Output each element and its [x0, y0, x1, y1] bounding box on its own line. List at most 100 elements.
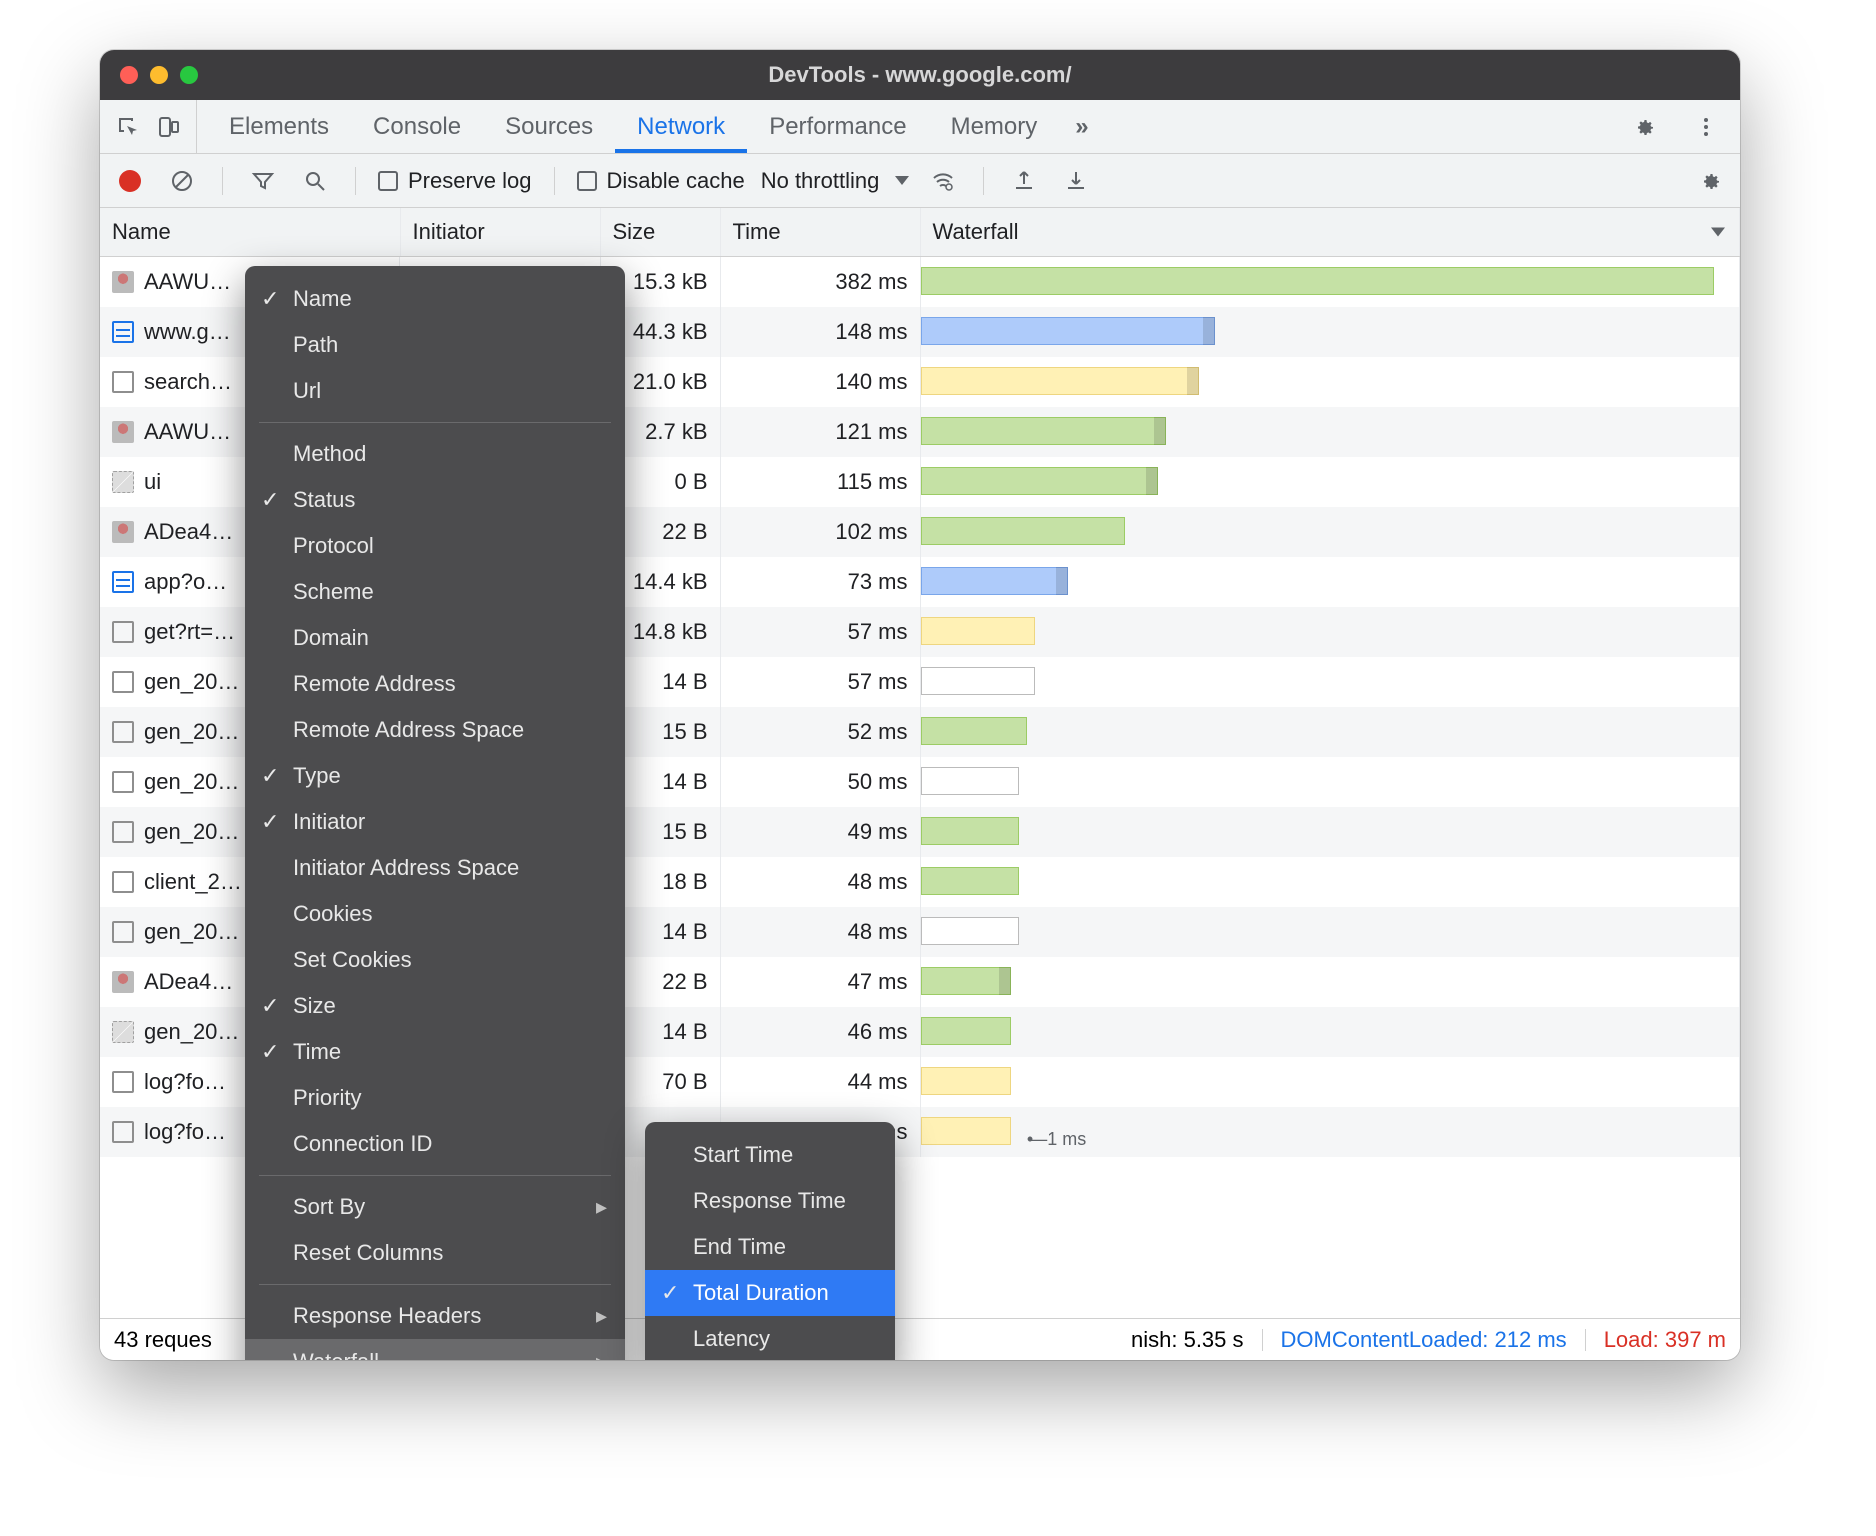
waterfall-bar — [921, 1117, 1011, 1145]
menu-item-path[interactable]: Path — [245, 322, 625, 368]
submenu-item-response-time[interactable]: Response Time — [645, 1178, 895, 1224]
settings-gear-icon[interactable] — [1626, 109, 1662, 145]
request-name: app?o… — [144, 569, 227, 595]
filter-icon[interactable] — [245, 163, 281, 199]
menu-item-protocol[interactable]: Protocol — [245, 523, 625, 569]
menu-item-response-headers[interactable]: Response Headers▸ — [245, 1293, 625, 1339]
column-header-waterfall[interactable]: Waterfall — [920, 208, 1740, 256]
submenu-item-latency[interactable]: Latency — [645, 1316, 895, 1360]
preserve-log-checkbox[interactable]: Preserve log — [378, 168, 532, 194]
disable-cache-label: Disable cache — [607, 168, 745, 194]
time-cell: 48 ms — [720, 857, 920, 907]
menu-item-set-cookies[interactable]: Set Cookies — [245, 937, 625, 983]
submenu-item-total-duration[interactable]: ✓Total Duration — [645, 1270, 895, 1316]
menu-item-size[interactable]: ✓Size — [245, 983, 625, 1029]
menu-item-type[interactable]: ✓Type — [245, 753, 625, 799]
time-cell: 115 ms — [720, 457, 920, 507]
waterfall-submenu: Start TimeResponse TimeEnd Time✓Total Du… — [645, 1122, 895, 1360]
waterfall-bar — [921, 1067, 1011, 1095]
waterfall-cell: 1 ms — [920, 1107, 1740, 1157]
menu-item-initiator[interactable]: ✓Initiator — [245, 799, 625, 845]
more-tabs-button[interactable]: » — [1059, 100, 1104, 153]
inspect-element-icon[interactable] — [110, 109, 146, 145]
tab-performance[interactable]: Performance — [747, 100, 928, 153]
request-name: log?fo… — [144, 1069, 226, 1095]
menu-item-status[interactable]: ✓Status — [245, 477, 625, 523]
submenu-item-end-time[interactable]: End Time — [645, 1224, 895, 1270]
menu-item-method[interactable]: Method — [245, 431, 625, 477]
request-name: gen_20… — [144, 819, 239, 845]
request-name: AAWU… — [144, 269, 231, 295]
window-title: DevTools - www.google.com/ — [100, 62, 1740, 88]
time-cell: 46 ms — [720, 1007, 920, 1057]
menu-item-initiator-address-space[interactable]: Initiator Address Space — [245, 845, 625, 891]
time-cell: 47 ms — [720, 957, 920, 1007]
time-cell: 49 ms — [720, 807, 920, 857]
chevron-down-icon — [1711, 227, 1725, 236]
request-name: gen_20… — [144, 1019, 239, 1045]
menu-item-domain[interactable]: Domain — [245, 615, 625, 661]
status-load: Load: 397 m — [1604, 1327, 1726, 1353]
minimize-window-button[interactable] — [150, 66, 168, 84]
time-cell: 121 ms — [720, 407, 920, 457]
menu-item-reset-columns[interactable]: Reset Columns — [245, 1230, 625, 1276]
waterfall-bar — [921, 567, 1068, 595]
kebab-menu-icon[interactable] — [1688, 109, 1724, 145]
time-cell: 148 ms — [720, 307, 920, 357]
menu-item-scheme[interactable]: Scheme — [245, 569, 625, 615]
request-name: gen_20… — [144, 769, 239, 795]
request-name: get?rt=… — [144, 619, 235, 645]
column-header-name[interactable]: Name — [100, 208, 400, 256]
waterfall-cell — [920, 407, 1740, 457]
import-har-icon[interactable] — [1006, 163, 1042, 199]
close-window-button[interactable] — [120, 66, 138, 84]
export-har-icon[interactable] — [1058, 163, 1094, 199]
device-toolbar-icon[interactable] — [150, 109, 186, 145]
waterfall-bar — [921, 867, 1019, 895]
tab-console[interactable]: Console — [351, 100, 483, 153]
throttling-dropdown[interactable]: No throttling — [761, 168, 910, 194]
waterfall-cell — [920, 1057, 1740, 1107]
menu-item-remote-address[interactable]: Remote Address — [245, 661, 625, 707]
waterfall-cell — [920, 907, 1740, 957]
zoom-window-button[interactable] — [180, 66, 198, 84]
search-icon[interactable] — [297, 163, 333, 199]
column-header-size[interactable]: Size — [600, 208, 720, 256]
network-conditions-icon[interactable] — [925, 163, 961, 199]
request-name: gen_20… — [144, 719, 239, 745]
menu-item-cookies[interactable]: Cookies — [245, 891, 625, 937]
menu-item-waterfall[interactable]: Waterfall▸ — [245, 1339, 625, 1360]
tab-sources[interactable]: Sources — [483, 100, 615, 153]
column-header-initiator[interactable]: Initiator — [400, 208, 600, 256]
menu-item-time[interactable]: ✓Time — [245, 1029, 625, 1075]
panel-tabbar: ElementsConsoleSourcesNetworkPerformance… — [100, 100, 1740, 154]
file-type-icon — [112, 821, 134, 843]
menu-item-remote-address-space[interactable]: Remote Address Space — [245, 707, 625, 753]
submenu-item-start-time[interactable]: Start Time — [645, 1132, 895, 1178]
tab-elements[interactable]: Elements — [207, 100, 351, 153]
clear-button-icon[interactable] — [164, 163, 200, 199]
record-button[interactable] — [112, 163, 148, 199]
menu-item-connection-id[interactable]: Connection ID — [245, 1121, 625, 1167]
menu-item-priority[interactable]: Priority — [245, 1075, 625, 1121]
time-cell: 44 ms — [720, 1057, 920, 1107]
titlebar: DevTools - www.google.com/ — [100, 50, 1740, 100]
tab-memory[interactable]: Memory — [929, 100, 1060, 153]
menu-item-sort-by[interactable]: Sort By▸ — [245, 1184, 625, 1230]
chevron-down-icon — [895, 176, 909, 185]
waterfall-bar — [921, 917, 1019, 945]
disable-cache-checkbox[interactable]: Disable cache — [577, 168, 745, 194]
file-type-icon — [112, 671, 134, 693]
file-type-icon — [112, 621, 134, 643]
file-type-icon — [112, 271, 134, 293]
file-type-icon — [112, 371, 134, 393]
tab-network[interactable]: Network — [615, 100, 747, 153]
network-settings-gear-icon[interactable] — [1692, 163, 1728, 199]
divider — [222, 167, 223, 195]
menu-item-url[interactable]: Url — [245, 368, 625, 414]
menu-item-name[interactable]: ✓Name — [245, 276, 625, 322]
file-type-icon — [112, 521, 134, 543]
file-type-icon — [112, 1071, 134, 1093]
request-name: gen_20… — [144, 919, 239, 945]
column-header-time[interactable]: Time — [720, 208, 920, 256]
